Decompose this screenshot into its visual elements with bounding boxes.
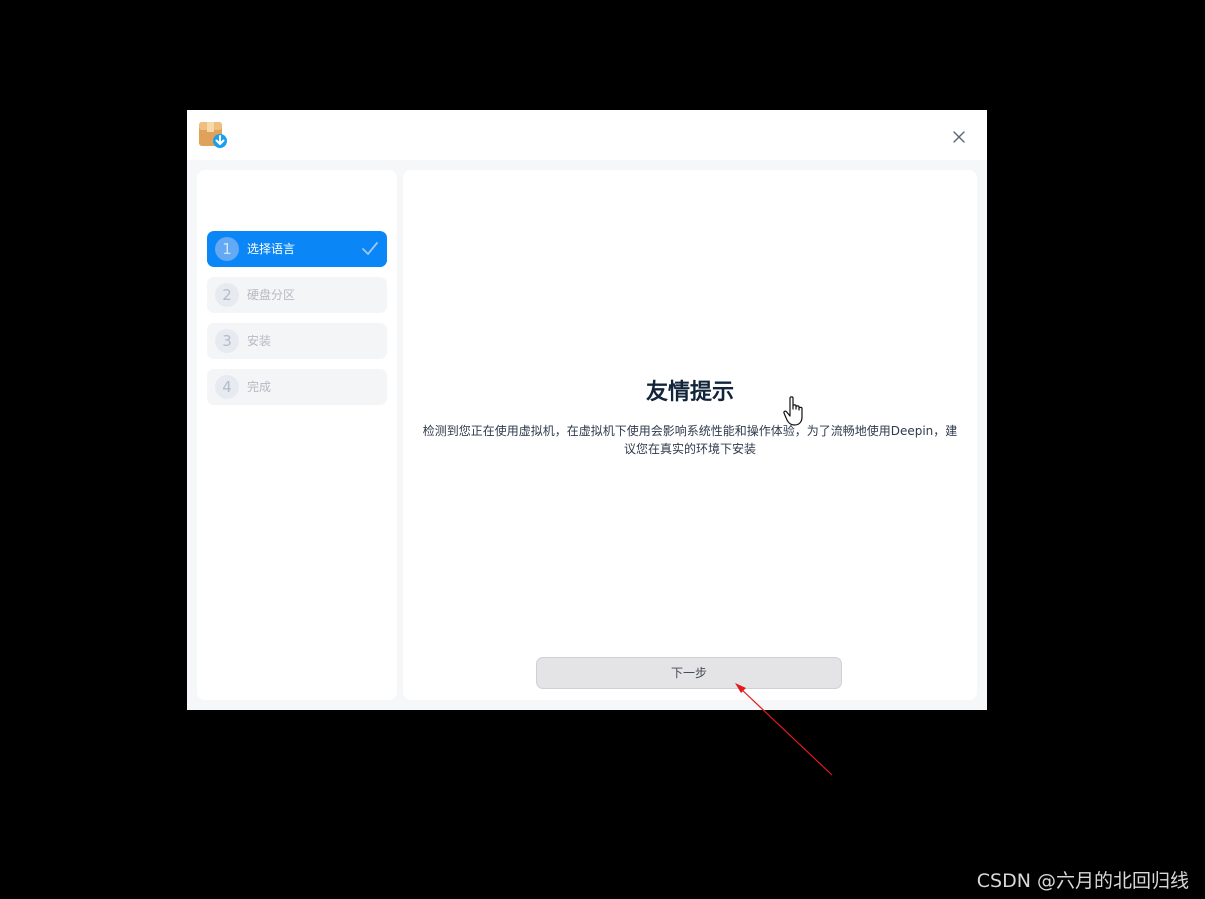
step-finish[interactable]: 4 完成 <box>207 369 387 405</box>
close-button[interactable] <box>948 126 970 148</box>
page-title: 友情提示 <box>645 380 734 405</box>
installer-window: 1 选择语言 2 硬盘分区 3 安装 4 完成 友情提示 检测到您正在使用虚拟机… <box>187 110 987 710</box>
step-number: 1 <box>215 237 239 261</box>
step-number: 4 <box>215 375 239 399</box>
steps-sidebar: 1 选择语言 2 硬盘分区 3 安装 4 完成 <box>197 170 397 700</box>
step-disk-partition[interactable]: 2 硬盘分区 <box>207 277 387 313</box>
main-content: 友情提示 检测到您正在使用虚拟机，在虚拟机下使用会影响系统性能和操作体验，为了流… <box>403 170 977 700</box>
hand-cursor-icon <box>783 396 803 426</box>
step-label: 选择语言 <box>247 242 296 256</box>
close-icon <box>953 131 965 143</box>
step-label: 安装 <box>247 334 272 348</box>
warning-message: 检测到您正在使用虚拟机，在虚拟机下使用会影响系统性能和操作体验，为了流畅地使用D… <box>422 424 958 456</box>
next-button[interactable]: 下一步 <box>536 657 842 689</box>
step-number: 2 <box>215 283 239 307</box>
step-number: 3 <box>215 329 239 353</box>
step-label: 硬盘分区 <box>247 288 296 302</box>
checkmark-icon <box>362 242 378 255</box>
step-select-language[interactable]: 1 选择语言 <box>207 231 387 267</box>
step-label: 完成 <box>247 380 272 394</box>
step-install[interactable]: 3 安装 <box>207 323 387 359</box>
installer-package-icon <box>198 121 228 149</box>
watermark: CSDN @六月的北回归线 <box>976 870 1189 892</box>
title-bar <box>187 110 987 160</box>
